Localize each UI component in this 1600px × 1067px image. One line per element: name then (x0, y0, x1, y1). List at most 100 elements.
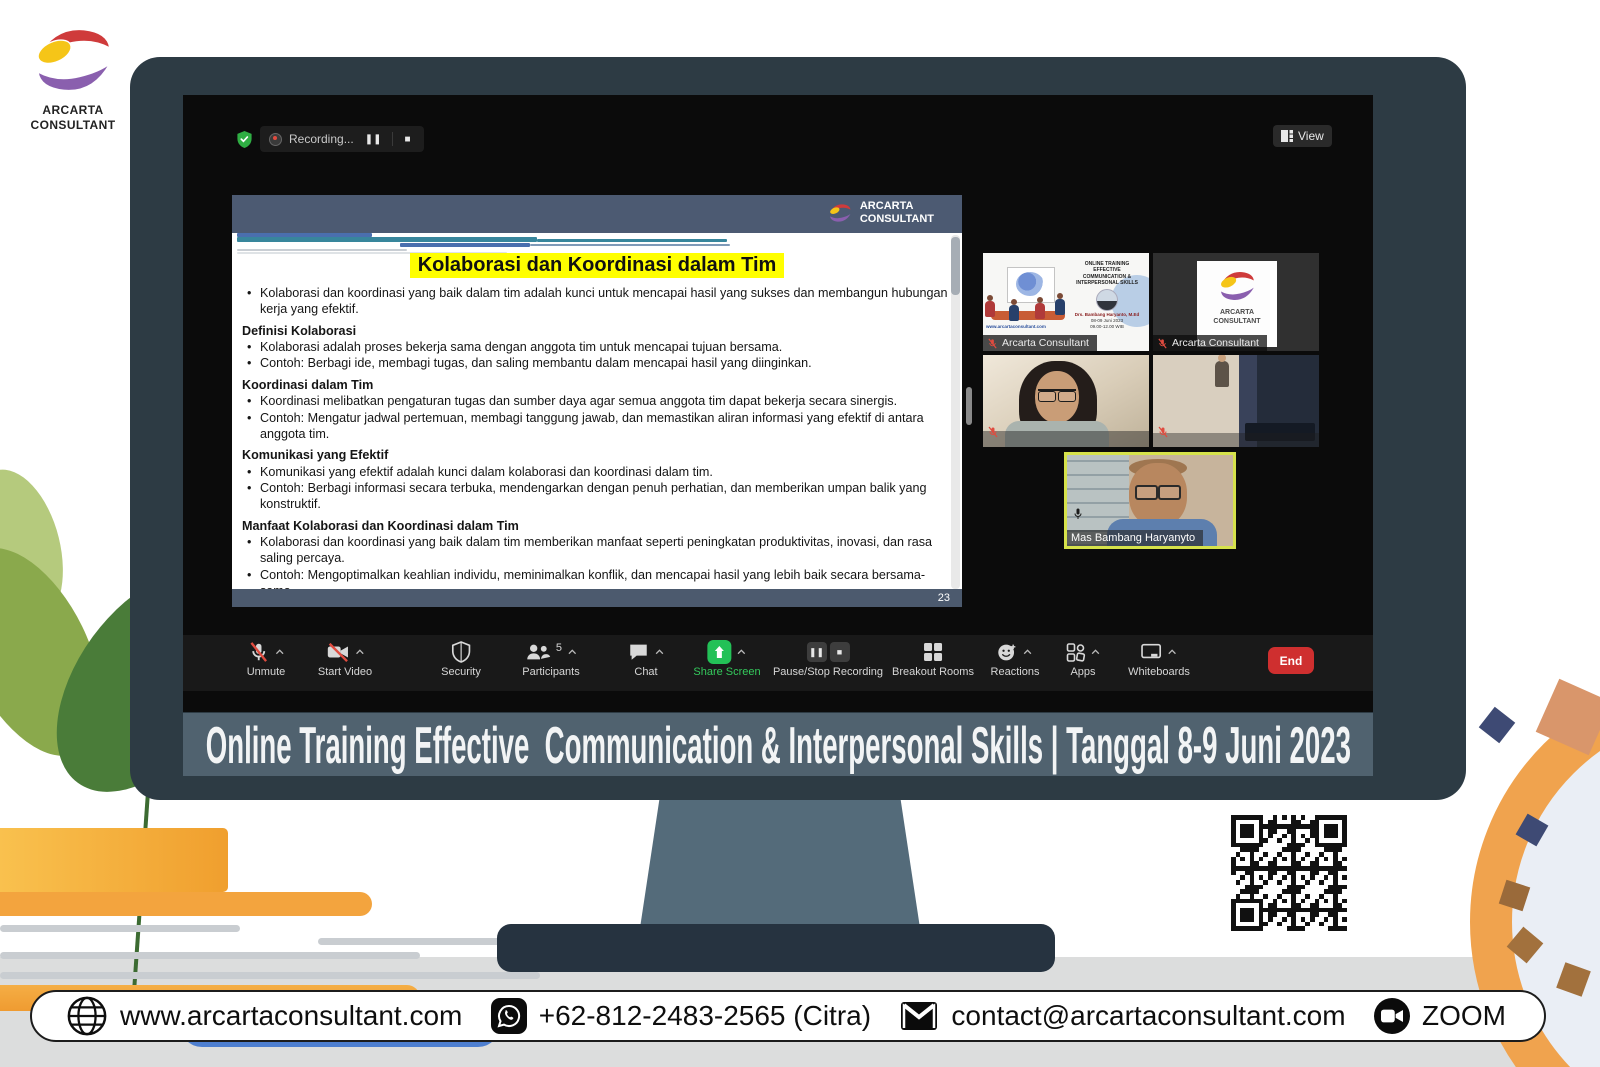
view-button[interactable]: View (1273, 125, 1332, 147)
breakout-rooms-button[interactable]: Breakout Rooms (892, 640, 974, 678)
apps-icon (1066, 642, 1086, 662)
monitor-stand-neck (640, 798, 920, 928)
page-line (0, 925, 240, 932)
slide-bullet: Kolaborasi adalah proses bekerja sama de… (242, 339, 948, 355)
slide-brand: ARCARTA CONSULTANT (827, 200, 934, 226)
slide-bullet: Contoh: Berbagi ide, membagi tugas, dan … (242, 355, 948, 371)
chevron-up-icon[interactable] (655, 647, 665, 657)
mini-person (1055, 299, 1065, 315)
platform-text: ZOOM (1422, 1000, 1506, 1032)
mini-person (985, 301, 995, 317)
mini-speaker-name: Drs. Bambang Haryanto, M.Ed (1071, 312, 1143, 317)
chevron-up-icon[interactable] (1167, 647, 1177, 657)
website-item: www.arcartaconsultant.com (66, 995, 462, 1037)
mini-whiteboard (1007, 267, 1055, 303)
participant-tile-video[interactable] (983, 355, 1149, 447)
stop-recording-icon[interactable]: ■ (829, 642, 849, 662)
chevron-up-icon[interactable] (736, 647, 746, 657)
phone-item: +62-812-2483-2565 (Citra) (491, 998, 871, 1034)
clock-tick (1479, 707, 1515, 743)
share-screen-icon (707, 640, 731, 664)
start-video-button[interactable]: Start Video (318, 640, 372, 678)
chevron-up-icon[interactable] (1091, 647, 1101, 657)
apps-button[interactable]: Apps (1066, 640, 1101, 678)
slide-bullet: Kolaborasi dan koordinasi yang baik dala… (242, 534, 948, 567)
zoom-camera-icon (1374, 998, 1410, 1034)
chevron-up-icon[interactable] (275, 647, 285, 657)
chevron-up-icon[interactable] (354, 647, 364, 657)
end-meeting-button[interactable]: End (1268, 647, 1314, 674)
email-item: contact@arcartaconsultant.com (899, 1000, 1345, 1032)
participant-name-chip: Arcarta Consultant (1153, 335, 1267, 351)
recording-label: Recording... (289, 132, 354, 146)
decor-line (400, 243, 530, 247)
participant-tile-logo-card[interactable]: ARCARTA CONSULTANT Arcarta Consultant (1153, 253, 1319, 351)
contact-footer: www.arcartaconsultant.com +62-812-2483-2… (30, 990, 1546, 1042)
email-text: contact@arcartaconsultant.com (951, 1000, 1345, 1032)
slide-bullet: Contoh: Berbagi informasi secara terbuka… (242, 480, 948, 513)
decor-line (237, 249, 407, 251)
recording-stop-button[interactable]: ■ (400, 134, 414, 145)
panel-divider-handle[interactable] (966, 387, 972, 425)
participant-tile-video[interactable] (1153, 355, 1319, 447)
corner-brand: ARCARTA CONSULTANT (18, 22, 128, 133)
slide-title: Kolaborasi dan Koordinasi dalam Tim (410, 253, 785, 278)
reactions-button[interactable]: Reactions (991, 640, 1040, 678)
arcarta-logo-icon (1216, 269, 1258, 303)
decor-line (530, 244, 730, 246)
arcarta-logo-icon (27, 22, 119, 98)
chevron-up-icon[interactable] (1023, 647, 1033, 657)
page-line (0, 952, 420, 959)
arcarta-logo-icon (827, 202, 853, 224)
pause-recording-icon[interactable]: ❚❚ (806, 642, 826, 662)
mini-date: 08-09 Juni 2023 (1071, 318, 1143, 323)
corner-brand-name: ARCARTA CONSULTANT (18, 103, 128, 133)
slide-bullet: Komunikasi yang efektif adalah kunci dal… (242, 464, 948, 480)
chat-button[interactable]: Chat (628, 640, 665, 678)
camera-muted-icon (325, 641, 349, 663)
slide-heading: Definisi Kolaborasi (242, 323, 948, 339)
decor-line (537, 239, 727, 242)
mini-table (991, 311, 1065, 320)
muted-mic-icon (987, 425, 999, 443)
security-shield-icon (236, 130, 253, 154)
mini-title: ONLINE TRAINING EFFECTIVE COMMUNICATION … (1071, 261, 1143, 286)
slide-footer-band: 23 (232, 589, 962, 607)
muted-mic-icon (1157, 338, 1168, 349)
decor-line (237, 237, 537, 242)
shared-slide: ARCARTA CONSULTANT Kolaborasi dan Koordi… (232, 195, 962, 607)
divider (392, 132, 393, 146)
qr-code (1228, 812, 1350, 934)
chat-bubble-icon (628, 641, 650, 663)
slide-bullet: Koordinasi melibatkan pengaturan tugas d… (242, 393, 948, 409)
participant-tile-slide-preview[interactable]: ONLINE TRAINING EFFECTIVE COMMUNICATION … (983, 253, 1149, 351)
pause-stop-recording-button[interactable]: ❚❚ ■ Pause/Stop Recording (773, 640, 883, 678)
share-screen-button[interactable]: Share Screen (693, 640, 760, 678)
recording-pause-button[interactable]: ❚❚ (361, 134, 386, 145)
muted-mic-icon (1157, 425, 1169, 443)
phone-text: +62-812-2483-2565 (Citra) (539, 1000, 871, 1032)
participants-button[interactable]: 5 Participants (522, 640, 579, 678)
shield-icon (451, 641, 471, 663)
slide-page-number: 23 (938, 592, 950, 604)
slide-header-band: ARCARTA CONSULTANT (232, 195, 962, 233)
mini-person (1035, 303, 1045, 319)
training-title-text: Online Training Effective Communication … (205, 714, 1350, 774)
whatsapp-icon (491, 998, 527, 1034)
recording-indicator: Recording... ❚❚ ■ (260, 126, 424, 152)
email-icon (899, 1000, 939, 1032)
participants-count: 5 (556, 642, 562, 654)
page-line (0, 972, 540, 979)
mini-url: www.arcartaconsultant.com (986, 324, 1046, 329)
slide-scrollbar-thumb[interactable] (951, 237, 960, 295)
slide-brand-name: ARCARTA CONSULTANT (860, 200, 934, 226)
security-button[interactable]: Security (441, 640, 481, 678)
mini-time: 09.00-12.00 WIB (1071, 324, 1143, 329)
active-speaker-tile[interactable]: Mas Bambang Haryanyto (1064, 452, 1236, 549)
chevron-up-icon[interactable] (567, 647, 577, 657)
unmute-button[interactable]: Unmute (247, 640, 286, 678)
whiteboards-button[interactable]: Whiteboards (1128, 640, 1190, 678)
participants-icon (525, 641, 551, 663)
slide-bullet: Kolaborasi dan koordinasi yang baik dala… (242, 285, 948, 318)
slide-bullet: Contoh: Mengatur jadwal pertemuan, memba… (242, 410, 948, 443)
